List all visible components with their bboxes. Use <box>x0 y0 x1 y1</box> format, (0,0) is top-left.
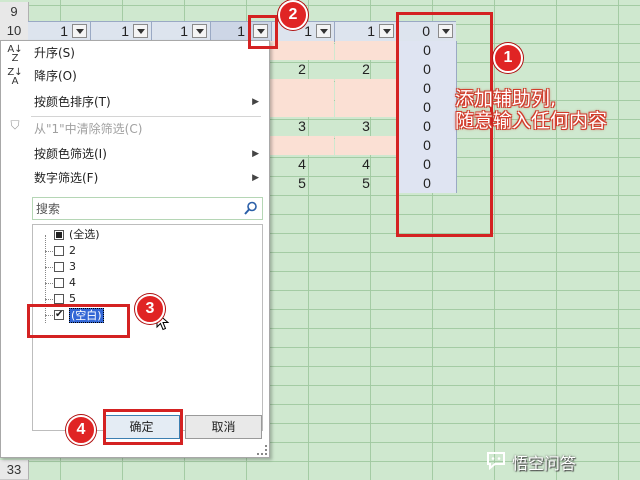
cell[interactable] <box>335 98 397 117</box>
tree-connector <box>45 251 53 252</box>
menu-item-label: 升序(S) <box>34 46 75 60</box>
header-cell-f[interactable]: 1 <box>335 22 398 41</box>
sort-ascending-icon: A↓ Z <box>7 44 23 64</box>
header-cell-a[interactable]: 1 <box>28 22 91 41</box>
cell[interactable] <box>270 41 334 60</box>
menu-item-label: 从"1"中清除筛选(C) <box>34 122 143 136</box>
autofilter-menu: A↓ Z 升序(S) Z↓ A 降序(O) 按颜色排序(T) ▶ ⛉ 从"1"中清除… <box>0 40 270 458</box>
search-placeholder: 搜索 <box>36 202 61 216</box>
header-value: 1 <box>60 23 68 39</box>
cell[interactable]: 5 <box>270 174 334 193</box>
tree-connector <box>45 299 53 300</box>
header-cell-c[interactable]: 1 <box>152 22 211 41</box>
cell[interactable] <box>270 136 334 155</box>
cell[interactable] <box>335 136 397 155</box>
sort-descending-icon: Z↓ A <box>7 67 23 87</box>
watermark-logo-icon <box>487 452 505 471</box>
tree-connector <box>45 267 53 268</box>
list-item-label: 4 <box>69 276 76 289</box>
watermark-text: 悟空问答 <box>512 454 577 473</box>
menu-item-label: 降序(O) <box>34 69 77 83</box>
filter-search-box[interactable]: 搜索 <box>32 197 263 220</box>
cell[interactable] <box>335 41 397 60</box>
menu-item-label: 按颜色筛选(I) <box>34 147 107 161</box>
annotation-ok-box <box>103 409 183 445</box>
cell[interactable]: 3 <box>270 117 334 136</box>
step-badge-1: 1 <box>493 43 523 73</box>
cell[interactable]: 5 <box>335 174 397 193</box>
header-value: 1 <box>121 23 129 39</box>
filter-dropdown-button[interactable] <box>192 24 207 38</box>
header-value: 1 <box>304 23 312 39</box>
cell[interactable]: 4 <box>335 155 397 174</box>
menu-item-label: 按颜色排序(T) <box>34 95 111 109</box>
checkbox[interactable] <box>54 246 64 256</box>
row-header-33[interactable]: 33 <box>0 460 29 480</box>
filter-dropdown-button[interactable] <box>133 24 148 38</box>
filter-by-color-item[interactable]: 按颜色筛选(I) ▶ <box>1 143 267 165</box>
list-item-label: (全选) <box>69 228 100 241</box>
sort-descending-item[interactable]: Z↓ A 降序(O) <box>1 65 267 87</box>
step-badge-2: 2 <box>278 0 308 30</box>
list-item-label: 3 <box>69 260 76 273</box>
header-cell-b[interactable]: 1 <box>91 22 152 41</box>
checkbox-partial[interactable] <box>54 230 64 240</box>
sort-ascending-item[interactable]: A↓ Z 升序(S) <box>1 42 267 64</box>
number-filter-item[interactable]: 数字筛选(F) ▶ <box>1 167 267 189</box>
filter-header-row: 1 1 1 1 1 1 0 <box>28 21 456 42</box>
note-line: 随意输入任何内容 <box>455 110 608 132</box>
checkbox[interactable] <box>54 278 64 288</box>
header-value: 1 <box>367 23 375 39</box>
filter-dropdown-button[interactable] <box>379 24 394 38</box>
row-header-10[interactable]: 10 <box>0 21 29 41</box>
cell[interactable] <box>270 79 334 98</box>
list-item-label: 2 <box>69 244 76 257</box>
annotation-note: 添加辅助列, 随意输入任何内容 <box>455 88 607 132</box>
filter-dropdown-button[interactable] <box>316 24 331 38</box>
header-value: 1 <box>237 23 245 39</box>
tree-connector <box>45 283 53 284</box>
annotation-blanks-box <box>27 304 130 338</box>
cell[interactable]: 4 <box>270 155 334 174</box>
note-line: 添加辅助列, <box>455 88 557 110</box>
cell[interactable]: 2 <box>335 60 397 79</box>
cancel-button[interactable]: 取消 <box>185 415 262 439</box>
resize-grip-icon[interactable] <box>257 445 267 455</box>
cell[interactable]: 2 <box>270 60 334 79</box>
clear-filter-item: ⛉ 从"1"中清除筛选(C) <box>1 118 267 140</box>
search-icon[interactable] <box>243 200 259 216</box>
submenu-arrow-icon: ▶ <box>252 173 259 183</box>
cell[interactable] <box>270 98 334 117</box>
submenu-arrow-icon: ▶ <box>252 149 259 159</box>
filter-dropdown-button[interactable] <box>72 24 87 38</box>
checkbox[interactable] <box>54 294 64 304</box>
sort-by-color-item[interactable]: 按颜色排序(T) ▶ <box>1 91 267 113</box>
annotation-dropdown-box <box>248 15 278 49</box>
step-badge-4: 4 <box>66 415 96 445</box>
menu-separator <box>31 116 261 117</box>
header-value: 1 <box>180 23 188 39</box>
clear-filter-icon: ⛉ <box>10 118 20 132</box>
cell[interactable]: 3 <box>335 117 397 136</box>
row-header-9[interactable]: 9 <box>0 2 29 22</box>
submenu-arrow-icon: ▶ <box>252 97 259 107</box>
step-badge-3: 3 <box>135 294 165 324</box>
menu-item-label: 数字筛选(F) <box>34 171 99 185</box>
cell[interactable] <box>335 79 397 98</box>
checkbox[interactable] <box>54 262 64 272</box>
